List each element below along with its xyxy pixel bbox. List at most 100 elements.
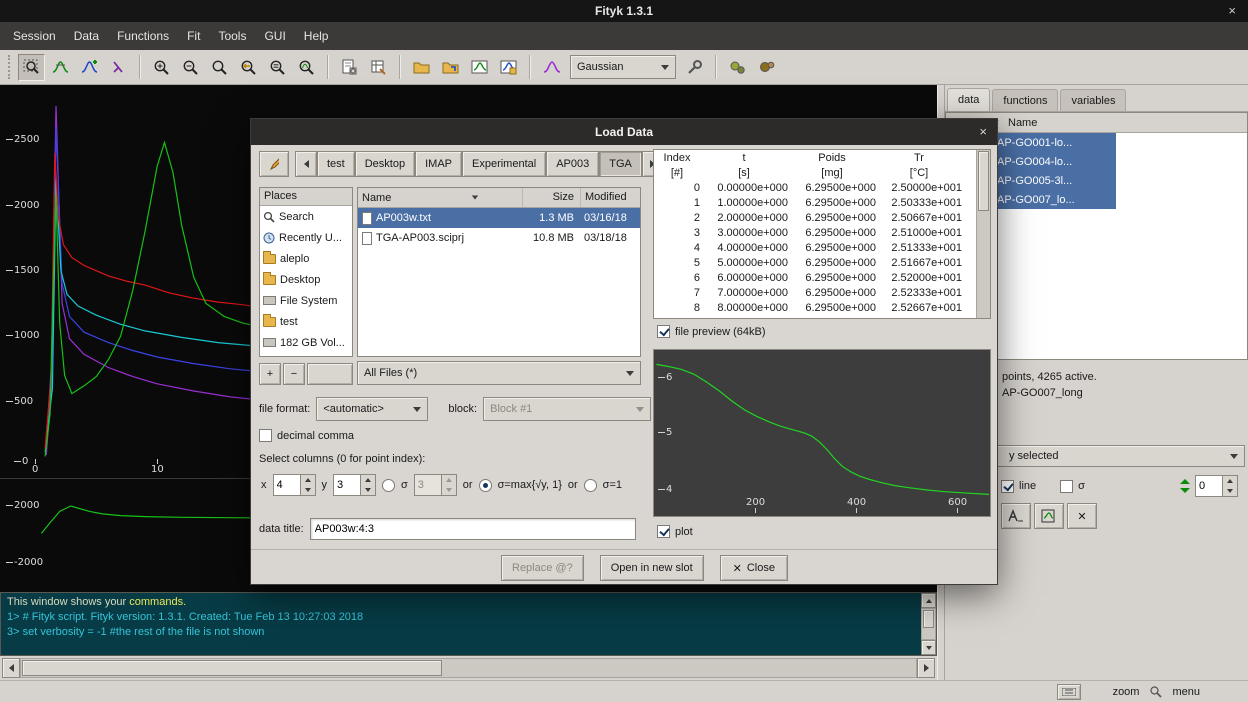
shift-updown-icon[interactable] bbox=[1179, 478, 1191, 494]
preview-plot[interactable]: 6 5 4 200 400 600 bbox=[653, 349, 991, 517]
menu-tools[interactable]: Tools bbox=[209, 24, 255, 48]
menu-help[interactable]: Help bbox=[295, 24, 338, 48]
menu-gui[interactable]: GUI bbox=[255, 24, 294, 48]
x-column-input[interactable] bbox=[274, 475, 300, 495]
tab-functions[interactable]: functions bbox=[992, 89, 1058, 111]
shift-spinner[interactable] bbox=[1195, 475, 1238, 497]
tab-data[interactable]: data bbox=[947, 88, 990, 111]
remove-place-button[interactable]: − bbox=[283, 363, 305, 385]
hscroll-thumb[interactable] bbox=[22, 660, 442, 676]
zoom-vertical-button[interactable] bbox=[293, 54, 320, 81]
fit-settings-button[interactable] bbox=[753, 54, 780, 81]
line-checkbox[interactable] bbox=[1001, 480, 1014, 493]
export-graph-button[interactable] bbox=[466, 54, 493, 81]
place-test[interactable]: test bbox=[260, 311, 352, 332]
save-image-button[interactable] bbox=[495, 54, 522, 81]
file-filter-combo[interactable]: All Files (*) bbox=[357, 361, 641, 385]
type-location-button[interactable] bbox=[259, 151, 289, 177]
window-close-icon[interactable]: × bbox=[1228, 0, 1236, 22]
edit-script-button[interactable] bbox=[336, 54, 363, 81]
add-function-button[interactable] bbox=[681, 54, 708, 81]
dialog-close-icon[interactable]: × bbox=[979, 119, 987, 145]
shift-spin-arrows[interactable] bbox=[1222, 476, 1237, 496]
path-button-test[interactable]: test bbox=[317, 151, 355, 177]
toolbar-grip[interactable] bbox=[8, 55, 12, 79]
column-header-name[interactable]: Name bbox=[358, 192, 522, 204]
preview-table-scrollbar[interactable] bbox=[976, 150, 990, 318]
data-range-mode-button[interactable] bbox=[47, 54, 74, 81]
place-desktop[interactable]: Desktop bbox=[260, 269, 352, 290]
zoom-in-button[interactable] bbox=[148, 54, 175, 81]
path-back-button[interactable] bbox=[295, 151, 317, 177]
place-volume[interactable]: 182 GB Vol... bbox=[260, 332, 352, 353]
place-recently-used[interactable]: Recently U... bbox=[260, 227, 352, 248]
run-fit-button[interactable] bbox=[724, 54, 751, 81]
zoom-prev-button[interactable] bbox=[206, 54, 233, 81]
console-hscrollbar[interactable] bbox=[2, 658, 935, 678]
path-button-ap003[interactable]: AP003 bbox=[546, 151, 599, 177]
dataset-settings-button[interactable] bbox=[365, 54, 392, 81]
x-column-spinner[interactable] bbox=[273, 474, 316, 496]
open-in-new-slot-button[interactable]: Open in new slot bbox=[600, 555, 704, 581]
sigma-checkbox[interactable] bbox=[1060, 480, 1073, 493]
sigma-column-radio[interactable] bbox=[382, 479, 395, 492]
place-home[interactable]: aleplo bbox=[260, 248, 352, 269]
scroll-up-icon[interactable] bbox=[921, 593, 936, 608]
open-session-button[interactable] bbox=[437, 54, 464, 81]
place-search[interactable]: Search bbox=[260, 206, 352, 227]
column-header-size[interactable]: Size bbox=[522, 188, 580, 207]
scroll-down-icon[interactable] bbox=[921, 640, 936, 655]
function-type-combo[interactable]: Gaussian bbox=[570, 55, 676, 79]
status-zoom-label[interactable]: zoom bbox=[1113, 686, 1140, 698]
close-button[interactable]: ✕ Close bbox=[720, 555, 788, 581]
data-title-input[interactable] bbox=[310, 518, 636, 540]
console-vscrollbar[interactable] bbox=[921, 593, 936, 655]
column-header-modified[interactable]: Modified bbox=[580, 188, 640, 207]
decimal-comma-checkbox[interactable] bbox=[259, 429, 272, 442]
plot-checkbox[interactable] bbox=[657, 525, 670, 538]
shift-spin-input[interactable] bbox=[1196, 476, 1222, 496]
preview-data-row: 22.00000e+0006.29500e+0002.50667e+001 bbox=[654, 210, 990, 225]
scroll-right-icon[interactable] bbox=[917, 658, 935, 678]
path-button-tga[interactable]: TGA bbox=[599, 151, 642, 177]
scroll-left-icon[interactable] bbox=[2, 658, 20, 678]
path-button-imap[interactable]: IMAP bbox=[415, 151, 462, 177]
y-column-input[interactable] bbox=[334, 475, 360, 495]
y-spin-arrows[interactable] bbox=[360, 475, 375, 495]
status-keyboard-button[interactable] bbox=[1057, 684, 1081, 700]
file-preview-checkbox[interactable] bbox=[657, 325, 670, 338]
menu-functions[interactable]: Functions bbox=[108, 24, 178, 48]
add-peak-mode-button[interactable] bbox=[76, 54, 103, 81]
y-column-label: y bbox=[322, 479, 328, 491]
place-filesystem[interactable]: File System bbox=[260, 290, 352, 311]
sigma-one-radio[interactable] bbox=[584, 479, 597, 492]
function-type-button[interactable] bbox=[538, 54, 565, 81]
status-menu-label[interactable]: menu bbox=[1172, 686, 1200, 698]
menu-data[interactable]: Data bbox=[65, 24, 108, 48]
run-fit-icon bbox=[729, 59, 747, 76]
add-place-button[interactable]: + bbox=[259, 363, 281, 385]
sigma-max-radio[interactable] bbox=[479, 479, 492, 492]
delete-dataset-button[interactable]: ✕ bbox=[1067, 503, 1097, 529]
menu-fit[interactable]: Fit bbox=[178, 24, 209, 48]
drag-peak-mode-button[interactable] bbox=[105, 54, 132, 81]
open-data-button[interactable] bbox=[408, 54, 435, 81]
zoom-out-button[interactable] bbox=[177, 54, 204, 81]
file-row[interactable]: TGA-AP003.sciprj 10.8 MB 03/18/18 bbox=[358, 228, 640, 248]
zoom-all-button[interactable] bbox=[264, 54, 291, 81]
x-spin-arrows[interactable] bbox=[300, 475, 315, 495]
dataset-info-line1: points, 4265 active. bbox=[1002, 369, 1244, 385]
delete-icon: ✕ bbox=[1077, 510, 1086, 523]
file-row[interactable]: AP003w.txt 1.3 MB 03/16/18 bbox=[358, 208, 640, 228]
zoom-select-mode-button[interactable] bbox=[18, 54, 45, 81]
zoom-undo-button[interactable] bbox=[235, 54, 262, 81]
tab-variables[interactable]: variables bbox=[1060, 89, 1126, 111]
path-button-desktop[interactable]: Desktop bbox=[355, 151, 415, 177]
file-format-combo[interactable]: <automatic> bbox=[316, 397, 428, 421]
data-edit-button[interactable] bbox=[1034, 503, 1064, 529]
path-button-experimental[interactable]: Experimental bbox=[462, 151, 546, 177]
data-transform-button[interactable] bbox=[1001, 503, 1031, 529]
menu-session[interactable]: Session bbox=[4, 24, 65, 48]
y-column-spinner[interactable] bbox=[333, 474, 376, 496]
preview-plot-canvas[interactable] bbox=[654, 350, 990, 516]
